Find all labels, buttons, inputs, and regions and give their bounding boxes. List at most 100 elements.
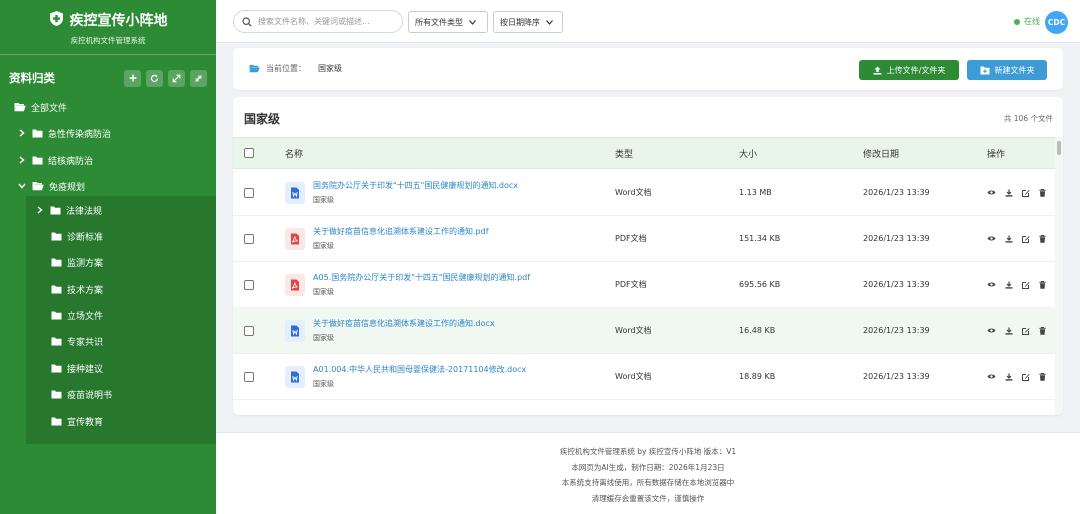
pdf-file-icon (285, 273, 305, 296)
tree-item-education[interactable]: 宣传教育 (51, 408, 103, 434)
file-location: 国家级 (313, 334, 334, 342)
tree-item-technical[interactable]: 技术方案 (51, 276, 103, 302)
upload-icon (873, 66, 882, 74)
download-icon[interactable] (1005, 189, 1013, 197)
edit-icon[interactable] (1022, 281, 1030, 289)
tree-item-label: 宣传教育 (67, 417, 104, 428)
brand-title: 疾控宣传小阵地 (69, 13, 168, 29)
edit-icon[interactable] (1022, 235, 1030, 243)
folder-icon (51, 285, 62, 293)
breadcrumb-current[interactable]: 国家级 (318, 63, 342, 74)
file-size: 16.48 KB (739, 326, 776, 335)
file-type-select[interactable]: 所有文件类型 (408, 11, 488, 33)
eye-icon[interactable] (987, 373, 996, 380)
file-size: 695.56 KB (739, 280, 781, 289)
file-name-link[interactable]: A05.国务院办公厅关于印发"十四五"国民健康规划的通知.pdf (313, 272, 530, 283)
row-checkbox[interactable] (244, 233, 254, 244)
eye-icon[interactable] (987, 281, 996, 288)
row-checkbox[interactable] (244, 187, 254, 198)
table-row[interactable]: 关于做好疫苗信息化追溯体系建设工作的通知.docx 国家级 Word文档 16.… (233, 308, 1055, 354)
file-date: 2026/1/23 13:39 (863, 234, 930, 243)
table-row[interactable]: 关于做好疫苗信息化追溯体系建设工作的通知.pdf 国家级 PDF文档 151.3… (233, 216, 1055, 262)
chevron-right-icon[interactable] (17, 129, 27, 137)
scrollbar-thumb[interactable] (1057, 141, 1061, 155)
new-folder-label: 新建文件夹 (994, 65, 1035, 75)
new-folder-button[interactable]: 新建文件夹 (967, 60, 1047, 80)
tree-item-monitoring[interactable]: 监测方案 (51, 249, 103, 275)
refresh-tree-button[interactable] (146, 69, 163, 87)
file-size: 18.89 KB (739, 372, 776, 381)
trash-icon[interactable] (1039, 234, 1046, 243)
header-name[interactable]: 名称 (285, 138, 303, 168)
add-category-button[interactable] (124, 69, 141, 87)
edit-icon[interactable] (1022, 189, 1030, 197)
category-title: 资料归类 (9, 71, 55, 85)
tree-item-consensus[interactable]: 专家共识 (51, 328, 103, 354)
eye-icon[interactable] (987, 327, 996, 334)
avatar[interactable]: CDC (1045, 11, 1068, 34)
file-location: 国家级 (313, 242, 334, 250)
file-date: 2026/1/23 13:39 (863, 280, 930, 289)
expand-all-button[interactable] (168, 69, 185, 87)
edit-icon[interactable] (1022, 373, 1030, 381)
chevron-right-icon[interactable] (17, 156, 27, 164)
search-box[interactable] (233, 10, 403, 33)
download-icon[interactable] (1005, 327, 1013, 335)
file-size: 151.34 KB (739, 234, 781, 243)
folder-icon (51, 390, 62, 398)
footer-line: 本系统支持离线使用，所有数据存储在本地浏览器中 (561, 478, 735, 487)
tree-item-label: 免疫规划 (49, 182, 86, 193)
chevron-right-icon[interactable] (35, 206, 45, 214)
select-all-checkbox[interactable] (244, 148, 254, 158)
header-date[interactable]: 修改日期 (863, 138, 899, 168)
file-name-link[interactable]: 关于做好疫苗信息化追溯体系建设工作的通知.docx (313, 318, 495, 329)
eye-icon[interactable] (987, 189, 996, 196)
table-row[interactable]: A01.004.中华人民共和国母婴保健法-20171104修改.docx 国家级… (233, 354, 1055, 400)
trash-icon[interactable] (1039, 372, 1046, 381)
chevron-down-icon[interactable] (17, 183, 27, 189)
file-name-link[interactable]: 关于做好疫苗信息化追溯体系建设工作的通知.pdf (313, 226, 489, 237)
row-checkbox[interactable] (244, 279, 254, 290)
word-file-icon (285, 319, 305, 342)
download-icon[interactable] (1005, 281, 1013, 289)
refresh-icon (150, 74, 159, 82)
tree-item-vaccine-leaflet[interactable]: 疫苗说明书 (51, 381, 112, 407)
trash-icon[interactable] (1039, 326, 1046, 335)
header-size[interactable]: 大小 (739, 138, 757, 168)
online-status: 在线 (1014, 16, 1040, 27)
table-row[interactable]: A05.国务院办公厅关于印发"十四五"国民健康规划的通知.pdf 国家级 PDF… (233, 262, 1055, 308)
tree-item-vaccination[interactable]: 接种建议 (51, 355, 103, 381)
edit-icon[interactable] (1022, 327, 1030, 335)
tree-item-acute-infectious[interactable]: 急性传染病防治 (17, 120, 111, 146)
tree-item-diagnostic[interactable]: 诊断标准 (51, 223, 103, 249)
sort-select[interactable]: 按日期降序 (493, 11, 563, 33)
tree-item-position[interactable]: 立场文件 (51, 302, 103, 328)
file-name-link[interactable]: A01.004.中华人民共和国母婴保健法-20171104修改.docx (313, 364, 526, 375)
upload-button[interactable]: 上传文件/文件夹 (859, 60, 959, 80)
table-row[interactable]: 国务院办公厅关于印发"十四五"国民健康规划的通知.docx 国家级 Word文档… (233, 170, 1055, 216)
file-name-link[interactable]: 国务院办公厅关于印发"十四五"国民健康规划的通知.docx (313, 180, 518, 191)
download-icon[interactable] (1005, 235, 1013, 243)
file-date: 2026/1/23 13:39 (863, 372, 930, 381)
tree-item-tuberculosis[interactable]: 结核病防治 (17, 147, 93, 173)
trash-icon[interactable] (1039, 280, 1046, 289)
table-scrollbar[interactable] (1055, 137, 1063, 415)
eye-icon[interactable] (987, 235, 996, 242)
folder-icon (32, 156, 43, 164)
search-input[interactable] (258, 17, 393, 26)
download-icon[interactable] (1005, 373, 1013, 381)
tree-item-label: 疫苗说明书 (67, 390, 113, 401)
row-checkbox[interactable] (244, 371, 254, 382)
table-header: 名称 类型 大小 修改日期 操作 (233, 137, 1055, 169)
header-type[interactable]: 类型 (615, 138, 633, 168)
row-checkbox[interactable] (244, 325, 254, 336)
collapse-all-button[interactable] (190, 69, 207, 87)
tree-item-label: 接种建议 (67, 364, 104, 375)
file-type: Word文档 (615, 188, 652, 197)
trash-icon[interactable] (1039, 188, 1046, 197)
tree-item-laws[interactable]: 法律法规 (35, 197, 102, 223)
breadcrumb-prefix: 当前位置： (266, 64, 306, 73)
tree-item-all-files[interactable]: 全部文件 (14, 94, 67, 120)
word-file-icon (285, 365, 305, 388)
sidebar: 疾控宣传小阵地 疾控机构文件管理系统 资料归类 全部文件 急性传染病防治 结核病… (0, 0, 216, 514)
